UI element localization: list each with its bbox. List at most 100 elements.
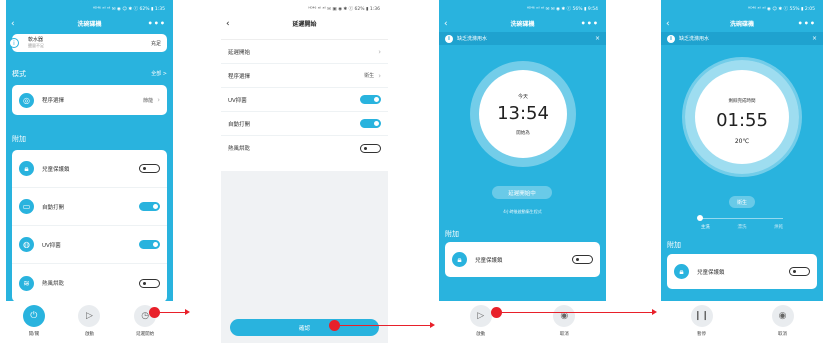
more-icon[interactable]: ••• [148,18,166,29]
pause-button[interactable]: ❙❙ 暫停 [690,305,713,337]
uv-toggle[interactable] [139,240,160,249]
cancel-button[interactable]: ◉ 取消 [553,305,576,337]
bottom-bar: ▷ 啟動 ◉ 取消 [439,301,606,343]
addon-label: 兒童保護鎖 [697,269,725,276]
bottom-bar: ❙❙ 暫停 ◉ 取消 [661,301,823,343]
play-icon: ▷ [78,305,101,327]
confirm-button[interactable]: 確認 [230,319,379,336]
row-label: 自動打開 [228,121,251,128]
nav-bar: ‹ 洗碗碟機 ••• [6,18,173,32]
page-title: 洗碗碟機 [77,21,102,28]
addon-section-title: 附加 [667,241,681,249]
addon-label: UV抑菌 [42,242,61,249]
hot-air-row: 熱風烘乾 [221,136,388,160]
mode-all-link[interactable]: 全部 > [151,68,167,81]
uv-icon: ◍ [19,237,34,252]
notice-text: 缺乏洗滌用水 [679,36,710,42]
pause-icon: ❙❙ [690,305,713,327]
power-label: 開/關 [28,332,40,337]
status-bar: ᴴᴰ⁴⁶ ᵃⁱˡ ᵃⁱˡ ✉ ✉ ◉ ✱ ⓒ 56% ▮ 9:54 [526,7,598,12]
stop-icon: ◉ [771,305,794,327]
chevron-right-icon: › [157,96,160,104]
page-title: 洗碗碟機 [729,21,754,28]
back-icon[interactable]: ‹ [444,18,448,31]
status-bar: ᴴᴰ⁴⁶ ᵃⁱˡ ᵃⁱˡ ✉ ▣ ◉ ✱ ⓒ 62% ▮ 1:36 [308,7,380,12]
addon-card: 🔒︎ 兒童保護鎖 [445,242,600,277]
child-lock-toggle[interactable] [572,255,593,264]
flow-arrow [501,312,653,313]
start-button[interactable]: ▷ 啟動 [78,305,101,337]
hot-air-toggle[interactable] [139,278,160,288]
stage-label: 主洗 [700,225,710,230]
row-label: 程序選擇 [228,73,251,80]
notice-banner: i 缺乏洗滌用水 × [439,32,606,45]
info-icon: i [667,34,675,43]
flow-arrow-head [430,322,435,328]
lock-icon: 🔒︎ [452,252,467,267]
program-label: 程序選擇 [42,98,65,104]
delay-status-button[interactable]: 延遲開始中 [492,186,552,199]
addon-label: 熱風烘乾 [42,281,65,287]
cancel-button[interactable]: ◉ 取消 [771,305,794,337]
fan-icon: ≋ [19,275,34,291]
flow-arrow-head [185,309,190,315]
flow-arrow [339,325,431,326]
mode-section-header: 模式 全部 > [6,68,173,81]
lock-icon: 🔒︎ [19,161,34,176]
dial-temp: 20℃ [734,138,750,145]
program-row[interactable]: 程序選擇 衛生 › [221,64,388,88]
dial-time: 13:54 [497,103,549,124]
tap-marker-start [491,307,502,318]
addon-card: 🔒︎ 兒童保護鎖 ▭ 自動打開 ◍ UV抑菌 ≋ 熱風烘乾 [12,150,167,302]
back-icon[interactable]: ‹ [226,18,230,31]
stage-dot-active [697,215,703,221]
close-icon[interactable]: × [595,35,600,42]
child-lock-toggle[interactable] [789,267,810,276]
cancel-label: 取消 [559,332,569,337]
more-icon[interactable]: ••• [798,18,816,29]
nav-bar: ‹ 洗碗碟機 ••• [439,18,606,32]
addon-section-header: 附加 [661,239,823,252]
delay-start-label: 延遲開始 [136,332,155,337]
tap-marker-delay-start [149,307,160,318]
auto-open-toggle[interactable] [139,202,160,211]
delay-note: 4小時後啟動衛生程式 [503,209,542,214]
addon-section-header: 附加 [439,228,606,241]
back-icon[interactable]: ‹ [666,18,670,31]
info-icon: i [9,38,19,48]
uv-toggle[interactable] [360,95,381,104]
addon-row-hot-air: ≋ 熱風烘乾 [12,264,167,302]
notice-banner: i 缺乏洗滌用水 × [661,32,823,45]
screen-main: ᴴᴰ⁴⁶ ᵃⁱˡ ᵃⁱˡ ✉ ◉ ☺ ✱ ⓒ 62% ▮ 1:35 ‹ 洗碗碟機… [6,0,173,343]
hot-air-toggle[interactable] [360,143,381,153]
softener-value: 充足 [150,40,161,47]
power-icon: ⏻ [22,305,45,327]
power-button[interactable]: ⏻ 開/關 [22,305,45,337]
settings-list: 延遲開始 › 程序選擇 衛生 › UV抑菌 自動打開 熱風烘乾 [221,39,388,160]
auto-open-row: 自動打開 [221,112,388,136]
addon-row-child-lock: 🔒︎ 兒童保護鎖 [667,254,817,289]
mode-section-title: 模式 [12,70,26,78]
start-button[interactable]: ▷ 啟動 [469,305,492,337]
program-value: 節能 [143,97,154,104]
program-value: 衛生 [364,73,375,79]
chevron-right-icon: › [378,47,381,56]
child-lock-toggle[interactable] [139,164,160,173]
program-row[interactable]: ◎ 程序選擇 節能 › [12,85,167,115]
softener-card: i 軟水器 鹽量不足 充足 [9,34,167,52]
more-icon[interactable]: ••• [581,18,599,29]
tap-marker-confirm [329,320,340,331]
stage-label: 漂洗 [737,225,747,230]
status-bar: ᴴᴰ⁴⁶ ᵃⁱˡ ᵃⁱˡ ✉ ◉ ☺ ✱ ⓒ 62% ▮ 1:35 [92,7,165,12]
addon-label: 兒童保護鎖 [42,166,70,173]
delay-start-row[interactable]: 延遲開始 › [221,40,388,64]
close-icon[interactable]: × [812,35,817,42]
addon-card: 🔒︎ 兒童保護鎖 [667,254,817,289]
back-icon[interactable]: ‹ [11,18,15,31]
row-label: UV抑菌 [228,97,247,104]
program-icon: ◎ [19,92,34,108]
stage-track [701,218,783,219]
addon-section-title: 附加 [12,135,26,143]
auto-open-toggle[interactable] [360,119,381,128]
addon-row-child-lock: 🔒︎ 兒童保護鎖 [445,242,600,277]
